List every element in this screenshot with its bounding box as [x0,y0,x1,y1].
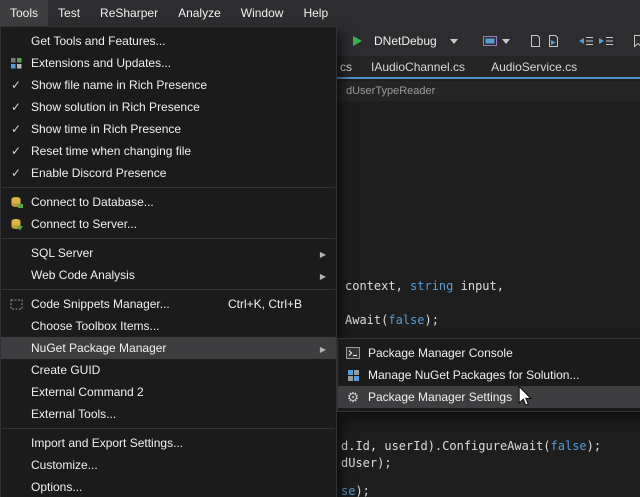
check-icon: ✓ [11,145,21,157]
menu-item-connect-server[interactable]: Connect to Server... [1,213,336,235]
menu-separator [2,289,335,290]
menu-separator [2,428,335,429]
code-line: d.Id, userId).ConfigureAwait(false); [341,439,601,453]
menu-item-import-export-settings[interactable]: Import and Export Settings... [1,432,336,454]
submenu-item-package-manager-console[interactable]: Package Manager Console [338,342,640,364]
menu-item-reset-time[interactable]: ✓Reset time when changing file [1,140,336,162]
menu-item-connect-database[interactable]: Connect to Database... [1,191,336,213]
menu-separator [2,187,335,188]
nuget-submenu: Package Manager Console Manage NuGet Pac… [337,338,640,412]
menu-item-shortcut: Ctrl+K, Ctrl+B [228,297,302,311]
code-line: dUser); [341,456,392,470]
tools-menu: Get Tools and Features... Extensions and… [0,26,337,497]
run-icon [347,30,367,52]
menubar-item-resharper[interactable]: ReSharper [90,0,168,26]
menubar-item-window[interactable]: Window [231,0,294,26]
menubar-item-label: Window [241,6,284,20]
attach-process-icon[interactable] [482,30,498,52]
dropdown-caret-icon[interactable] [502,30,510,52]
document-icon[interactable] [528,30,542,52]
menubar-item-label: Tools [10,6,38,20]
server-icon [10,218,23,231]
menu-item-sql-server[interactable]: SQL Server▶ [1,242,336,264]
menubar-item-tools[interactable]: Tools [0,0,48,26]
submenu-item-manage-nuget-packages[interactable]: Manage NuGet Packages for Solution... [338,364,640,386]
menubar-item-label: Analyze [178,6,221,20]
indent-increase-icon[interactable] [598,30,614,52]
submenu-item-package-manager-settings[interactable]: ⚙Package Manager Settings [338,386,640,408]
menubar-item-label: Help [303,6,328,20]
menu-item-show-solution[interactable]: ✓Show solution in Rich Presence [1,96,336,118]
tab-clipped[interactable]: cs [340,56,358,77]
menu-item-options[interactable]: Options... [1,476,336,497]
debug-target-label: DNetDebug [374,34,437,48]
menubar-item-analyze[interactable]: Analyze [168,0,231,26]
bookmark-icon[interactable] [632,30,640,52]
submenu-arrow-icon: ▶ [320,345,326,354]
check-icon: ✓ [11,101,21,113]
document-arrow-icon[interactable] [546,30,560,52]
check-icon: ✓ [11,167,21,179]
menu-item-show-time[interactable]: ✓Show time in Rich Presence [1,118,336,140]
console-icon [346,347,360,359]
dropdown-caret-icon[interactable] [444,30,464,52]
menubar-item-test[interactable]: Test [48,0,90,26]
menu-item-get-tools-and-features[interactable]: Get Tools and Features... [1,30,336,52]
menu-item-extensions-and-updates[interactable]: Extensions and Updates... [1,52,336,74]
start-debug-button[interactable]: DNetDebug [345,30,466,52]
navigation-type-label: dUserTypeReader [346,85,435,97]
check-icon: ✓ [11,79,21,91]
tab-audioservice[interactable]: AudioService.cs [478,56,590,77]
vs-window: Tools Test ReSharper Analyze Window Help… [0,0,640,497]
tab-label: IAudioChannel.cs [371,60,465,74]
menu-item-nuget-package-manager[interactable]: NuGet Package Manager▶ [1,337,336,359]
indent-decrease-icon[interactable] [578,30,594,52]
gear-icon: ⚙ [347,390,360,404]
tab-label: AudioService.cs [491,60,577,74]
submenu-arrow-icon: ▶ [320,272,326,281]
menubar: Tools Test ReSharper Analyze Window Help [0,0,640,26]
snippets-icon [10,298,23,311]
menu-item-web-code-analysis[interactable]: Web Code Analysis▶ [1,264,336,286]
menu-item-create-guid[interactable]: Create GUID [1,359,336,381]
menu-item-show-file-name[interactable]: ✓Show file name in Rich Presence [1,74,336,96]
menu-item-customize[interactable]: Customize... [1,454,336,476]
tab-iaudiochannel[interactable]: IAudioChannel.cs [358,56,478,77]
submenu-arrow-icon: ▶ [320,250,326,259]
extensions-icon [10,57,23,70]
code-line: context, string input, [345,279,504,293]
check-icon: ✓ [11,123,21,135]
manage-packages-icon [347,369,360,382]
code-line: se); [341,484,370,497]
menu-separator [2,238,335,239]
menu-item-external-command-2[interactable]: External Command 2 [1,381,336,403]
menu-item-choose-toolbox-items[interactable]: Choose Toolbox Items... [1,315,336,337]
menubar-item-label: Test [58,6,80,20]
menu-item-code-snippets-manager[interactable]: Code Snippets Manager...Ctrl+K, Ctrl+B [1,293,336,315]
menu-item-enable-discord[interactable]: ✓Enable Discord Presence [1,162,336,184]
tab-label: cs [340,60,352,74]
code-line: Await(false); [345,313,439,327]
menubar-item-label: ReSharper [100,6,158,20]
database-icon [10,196,23,209]
menu-item-external-tools[interactable]: External Tools... [1,403,336,425]
menubar-item-help[interactable]: Help [293,0,338,26]
